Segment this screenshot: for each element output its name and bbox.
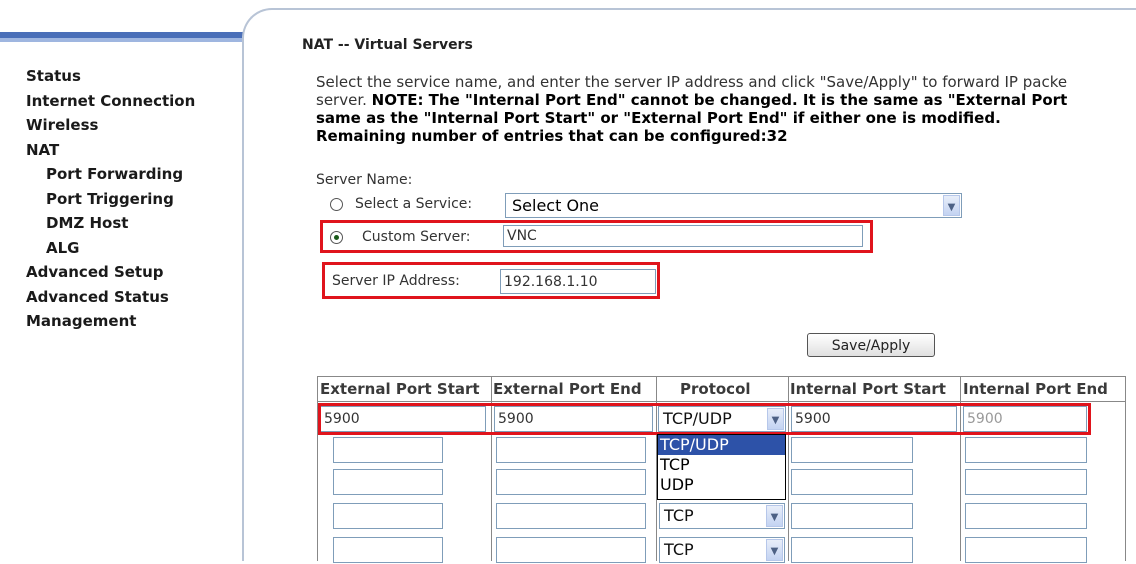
table-cell-input[interactable] [333,503,443,529]
desc-line-1: Select the service name, and enter the s… [316,73,1068,91]
header-external-port-start: External Port Start [320,380,480,398]
table-cell-input[interactable] [965,437,1087,463]
chevron-down-icon: ▼ [766,539,783,561]
row4-protocol-select[interactable]: TCP ▼ [659,503,785,529]
page-title: NAT -- Virtual Servers [302,37,473,53]
protocol-dropdown-list[interactable]: TCP/UDP TCP UDP [657,434,786,500]
select-service-label: Select a Service: [355,196,473,212]
protocol-option-udp[interactable]: UDP [658,475,785,495]
row5-protocol-value: TCP [664,540,694,559]
table-cell-input[interactable] [496,537,646,563]
table-cell-input[interactable] [791,503,913,529]
sidebar-item-status[interactable]: Status [26,64,195,89]
sidebar-item-internet-connection[interactable]: Internet Connection [26,89,195,114]
table-header-divider [317,401,1125,402]
header-protocol: Protocol [680,380,751,398]
panel-border-corner [242,8,274,40]
desc-line-2a: server. [316,91,372,109]
table-cell-input[interactable] [496,437,646,463]
chevron-down-icon: ▼ [766,505,783,527]
table-cell-input[interactable] [965,503,1087,529]
highlight-row1 [318,403,1091,435]
sidebar-item-port-triggering[interactable]: Port Triggering [26,187,195,212]
row4-protocol-value: TCP [664,506,694,525]
sidebar-item-alg[interactable]: ALG [26,236,195,261]
select-service-radio[interactable] [330,198,343,211]
chevron-down-icon: ▼ [943,195,960,216]
panel-border-left [242,36,244,561]
sidebar-item-port-forwarding[interactable]: Port Forwarding [26,162,195,187]
desc-line-4: Remaining number of entries that can be … [316,127,788,145]
table-cell-input[interactable] [333,469,443,495]
sidebar-item-advanced-setup[interactable]: Advanced Setup [26,260,195,285]
page-description: Select the service name, and enter the s… [316,73,1136,145]
table-cell-input[interactable] [791,469,913,495]
sidebar-item-dmz-host[interactable]: DMZ Host [26,211,195,236]
protocol-option-tcp[interactable]: TCP [658,455,785,475]
sidebar-nav: Status Internet Connection Wireless NAT Port… [26,64,195,334]
nav-header-band-light [0,38,244,42]
table-cell-input[interactable] [791,537,913,563]
sidebar-item-nat[interactable]: NAT [26,138,195,163]
table-cell-input[interactable] [496,503,646,529]
header-internal-port-end: Internal Port End [963,380,1108,398]
header-internal-port-start: Internal Port Start [790,380,946,398]
server-name-label: Server Name: [316,172,413,188]
desc-line-3: same as the "Internal Port Start" or "Ex… [316,109,1001,127]
service-select-value: Select One [512,196,600,215]
protocol-option-tcp-udp[interactable]: TCP/UDP [658,435,785,455]
table-border-top [317,376,1125,377]
header-external-port-end: External Port End [493,380,642,398]
table-col-line [1125,376,1126,561]
table-cell-input[interactable] [965,469,1087,495]
highlight-server-ip [322,262,660,299]
table-cell-input[interactable] [333,437,443,463]
table-cell-input[interactable] [496,469,646,495]
sidebar-item-wireless[interactable]: Wireless [26,113,195,138]
table-cell-input[interactable] [333,537,443,563]
panel-border-top [272,8,1136,10]
save-apply-button[interactable]: Save/Apply [807,333,935,357]
highlight-custom-server [320,220,873,253]
service-select[interactable]: Select One ▼ [505,193,962,218]
table-cell-input[interactable] [791,437,913,463]
row5-protocol-select[interactable]: TCP ▼ [659,537,785,563]
sidebar-item-management[interactable]: Management [26,309,195,334]
table-cell-input[interactable] [965,537,1087,563]
sidebar-item-advanced-status[interactable]: Advanced Status [26,285,195,310]
desc-line-2b: NOTE: The "Internal Port End" cannot be … [371,91,1068,109]
